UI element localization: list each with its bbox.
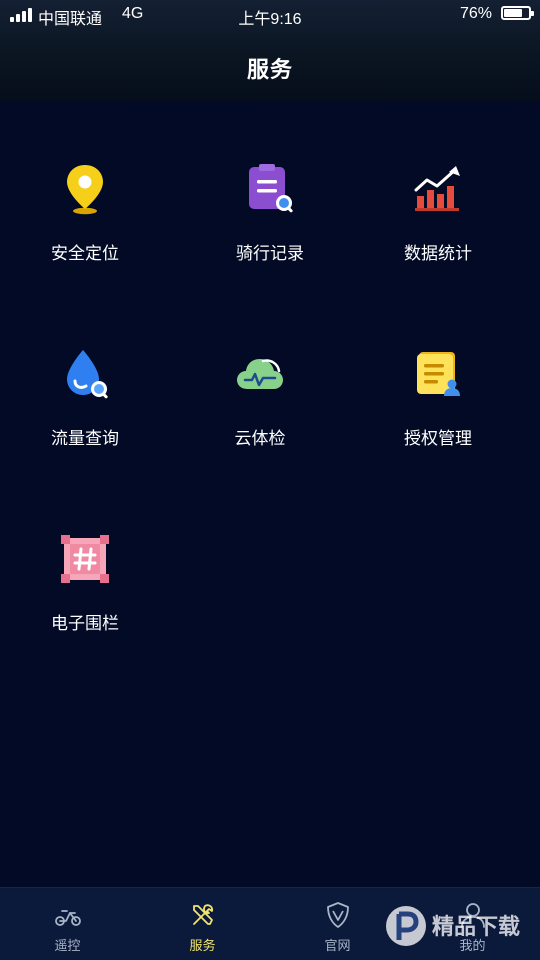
page-title: 服务 xyxy=(246,57,293,82)
svg-text:精品下载: 精品下载 xyxy=(432,914,520,940)
shield-icon xyxy=(326,902,349,928)
tab-label: 遥控 xyxy=(54,938,81,953)
service-label: 骑行记录 xyxy=(236,244,304,263)
tab-label: 服务 xyxy=(189,938,216,953)
service-safe-location[interactable]: 安全定位 xyxy=(20,140,150,290)
service-traffic-query[interactable]: 流量查询 xyxy=(20,325,150,475)
scooter-icon xyxy=(54,910,81,926)
service-label: 授权管理 xyxy=(404,429,472,448)
cloud-checkup-icon xyxy=(237,359,283,389)
tab-remote[interactable]: 遥控 xyxy=(0,888,135,960)
service-label: 数据统计 xyxy=(404,244,472,263)
service-data-statistics[interactable]: 数据统计 xyxy=(373,140,503,290)
data-drop-search-icon xyxy=(67,350,108,399)
tools-icon xyxy=(192,904,213,925)
ride-record-icon xyxy=(249,164,293,213)
service-ride-records[interactable]: 骑行记录 xyxy=(205,140,335,290)
battery-icon xyxy=(501,6,534,20)
battery-level xyxy=(504,9,522,17)
bottom-tabbar: 遥控 服务 官网 我的 精品下载 xyxy=(0,887,540,960)
geo-fence-icon xyxy=(61,535,109,583)
watermark-logo: 精品下载 xyxy=(386,906,520,946)
location-pin-icon xyxy=(67,165,103,215)
tab-services[interactable]: 服务 xyxy=(135,888,270,960)
authorization-icon xyxy=(417,352,460,396)
statistics-chart-icon xyxy=(414,166,460,211)
battery-percent: 76% xyxy=(459,5,492,22)
service-label: 电子围栏 xyxy=(51,614,119,633)
status-bar: 中国联通 4G 上午9:16 76% xyxy=(0,0,540,30)
service-label: 流量查询 xyxy=(51,429,119,448)
service-label: 云体检 xyxy=(234,429,286,448)
service-label: 安全定位 xyxy=(51,244,119,263)
service-authorization[interactable]: 授权管理 xyxy=(373,325,503,475)
header-bar: 中国联通 4G 上午9:16 76% 服务 xyxy=(0,0,540,102)
service-geo-fence[interactable]: 电子围栏 xyxy=(20,510,150,660)
screen: 中国联通 4G 上午9:16 76% 服务 安全定位 骑行记录 数据统计 流量查… xyxy=(0,0,540,960)
service-cloud-checkup[interactable]: 云体检 xyxy=(195,325,325,475)
